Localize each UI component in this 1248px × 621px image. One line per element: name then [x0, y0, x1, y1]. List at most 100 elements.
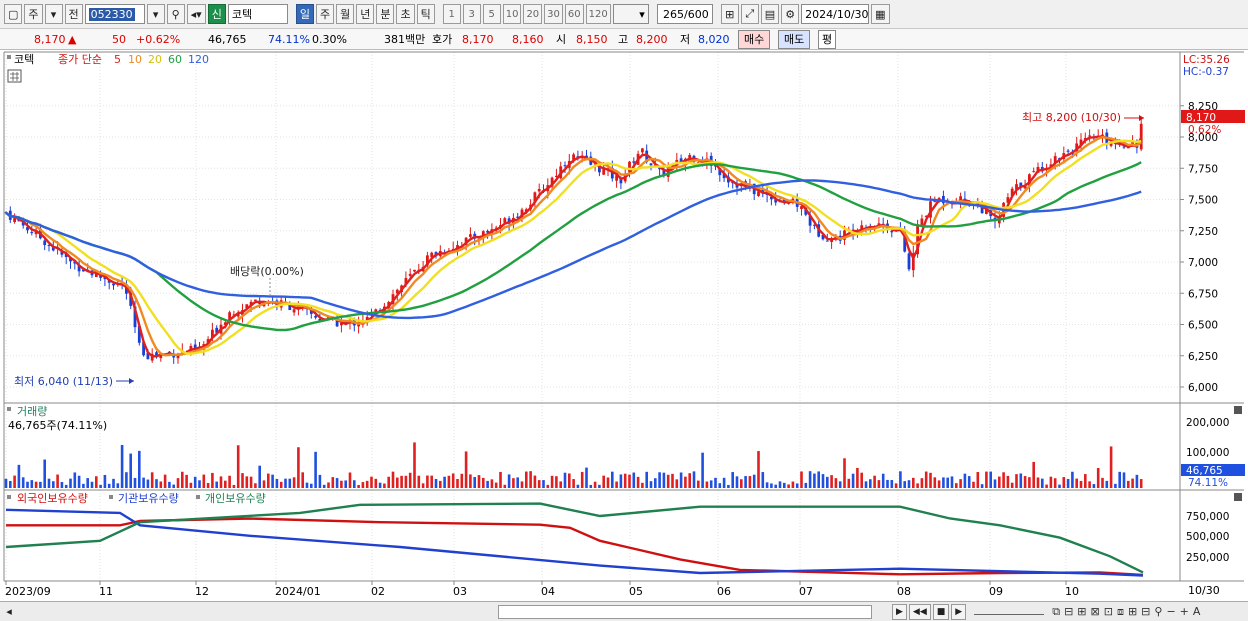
layout-icon[interactable]: ⊡ [1104, 605, 1113, 619]
x-axis-end: 10/30 [1188, 584, 1220, 597]
volume-value: 46,765 [208, 32, 247, 46]
x-axis-label: 10 [1065, 585, 1079, 598]
buy-button[interactable]: 매수 [738, 29, 771, 49]
sell-button[interactable]: 매도 [778, 29, 811, 49]
count-max: /600 [684, 7, 709, 21]
forward-icon[interactable]: ▶ [951, 603, 967, 620]
volume-bar [740, 479, 743, 488]
volume-bar [34, 481, 38, 488]
layout-icon[interactable]: ⊠ [1091, 605, 1100, 619]
period-tab-month[interactable]: 월 [336, 4, 355, 24]
text-icon[interactable]: A [1193, 605, 1201, 619]
interval-label: 1 [448, 8, 455, 20]
chart-type-icon[interactable]: ▢ [4, 4, 23, 24]
interval-1[interactable]: 1 [442, 4, 461, 24]
zoom-out-icon[interactable]: − [1166, 605, 1175, 619]
gear-icon[interactable]: ⚙ [781, 4, 800, 24]
interval-60[interactable]: 60 [564, 4, 584, 24]
volume-bar [297, 447, 300, 488]
crosshair-icon[interactable]: ⊞ [720, 4, 739, 24]
volume-bar [894, 483, 898, 488]
high-note: 최고 8,200 (10/30) [1022, 111, 1121, 124]
volume-bar [890, 480, 894, 488]
horizontal-scrollbar[interactable]: ◂ ▶ ◀◀ ■ ▶ ⧉ ⊟ ⊞ ⊠ ⊡ ⧈ ⊞ ⊟ ⚲ − + A [0, 601, 1248, 621]
volume-bar [288, 478, 292, 488]
scroll-thumb[interactable] [498, 604, 872, 619]
volume-bar [374, 478, 378, 488]
period-tab-year[interactable]: 년 [356, 4, 375, 24]
lc-label: LC:35.26 [1183, 54, 1230, 66]
date-input[interactable]: 2024/10/30 [801, 4, 870, 24]
vol-tick-100k: 100,000 [1186, 447, 1229, 459]
volume-title: 거래량 [17, 405, 47, 418]
save-icon[interactable]: ▤ [760, 4, 780, 24]
volume-bar [916, 483, 919, 488]
volume-bar [408, 472, 412, 488]
layout-icon[interactable]: ⊟ [1064, 605, 1073, 619]
panel-close-icon[interactable] [1234, 406, 1242, 414]
period-tab-week[interactable]: 주 [315, 4, 335, 24]
volume-bar [628, 474, 631, 488]
chart-area[interactable]: 코텍 종가 단순 5 10 20 60 120 LC:35.26 HC:-0.3… [0, 50, 1248, 601]
interval-10[interactable]: 10 [502, 4, 522, 24]
grid-icon[interactable] [7, 69, 22, 83]
candle-body [1066, 150, 1070, 152]
period-tab-day[interactable]: 일 [295, 4, 314, 24]
volume-bar [107, 483, 111, 488]
count-field[interactable]: 265/600 [656, 4, 713, 24]
legend-bullet [7, 55, 11, 59]
volume-bar [869, 479, 872, 488]
volume-bar [516, 477, 519, 488]
volume-ratio: 74.11% [268, 32, 310, 46]
period-select[interactable]: 주 [24, 4, 43, 24]
zoom-slider[interactable] [974, 609, 1045, 615]
volume-bar [675, 479, 679, 488]
period-tab-minute[interactable]: 분 [376, 4, 395, 24]
speaker-icon[interactable]: ◂▾ [186, 4, 206, 24]
volume-bar [838, 481, 842, 488]
volume-bar [365, 480, 369, 488]
prev-button[interactable]: 전 [64, 4, 83, 24]
layout-icon[interactable]: ⧉ [1052, 605, 1060, 619]
dropdown-icon[interactable]: ▾ [44, 4, 63, 24]
volume-bar [73, 472, 77, 488]
volume-bar [1032, 461, 1035, 488]
interval-5[interactable]: 5 [482, 4, 501, 24]
volume-bar [396, 477, 399, 488]
layout-icon[interactable]: ⊟ [1141, 605, 1150, 619]
stop-icon[interactable]: ■ [932, 603, 950, 620]
low-price: 8,020 [698, 32, 730, 46]
draw-tool-icon[interactable]: ⤢ [740, 4, 759, 24]
candle-body [43, 240, 47, 246]
zoom-in-icon[interactable]: + [1180, 605, 1189, 619]
stock-code-input[interactable]: 052330 [84, 4, 145, 24]
avg-button[interactable]: 평 [818, 29, 837, 49]
search-icon[interactable]: ⚲ [166, 4, 185, 24]
layout-icon[interactable]: ⧈ [1117, 605, 1124, 619]
volume-bar [1049, 476, 1053, 488]
legend-bullet [196, 495, 200, 499]
scroll-left-icon[interactable]: ◂ [0, 604, 18, 620]
code-dropdown-icon[interactable]: ▾ [146, 4, 165, 24]
rewind-icon[interactable]: ◀◀ [908, 603, 931, 620]
avg-label: 평 [822, 33, 833, 46]
period-tab-tick[interactable]: 틱 [416, 4, 435, 24]
interval-120[interactable]: 120 [585, 4, 611, 24]
interval-20[interactable]: 20 [523, 4, 543, 24]
interval-3[interactable]: 3 [462, 4, 481, 24]
layout-icon[interactable]: ⊞ [1077, 605, 1086, 619]
volume-bar [1127, 480, 1130, 488]
play-icon[interactable]: ▶ [892, 603, 907, 620]
zoom-icon[interactable]: ⚲ [1154, 605, 1162, 619]
scroll-track[interactable] [18, 606, 498, 618]
interval-30[interactable]: 30 [544, 4, 563, 24]
calendar-icon[interactable]: ▦ [871, 4, 890, 24]
layout-icon[interactable]: ⊞ [1128, 605, 1137, 619]
interval-dropdown[interactable]: ▾ [612, 4, 649, 24]
volume-bar [95, 476, 98, 488]
panel-close-icon[interactable] [1234, 493, 1242, 501]
volume-bar [692, 471, 696, 488]
period-tab-second[interactable]: 초 [396, 4, 415, 24]
volume-bar [860, 472, 863, 488]
volume-bar [654, 478, 657, 488]
